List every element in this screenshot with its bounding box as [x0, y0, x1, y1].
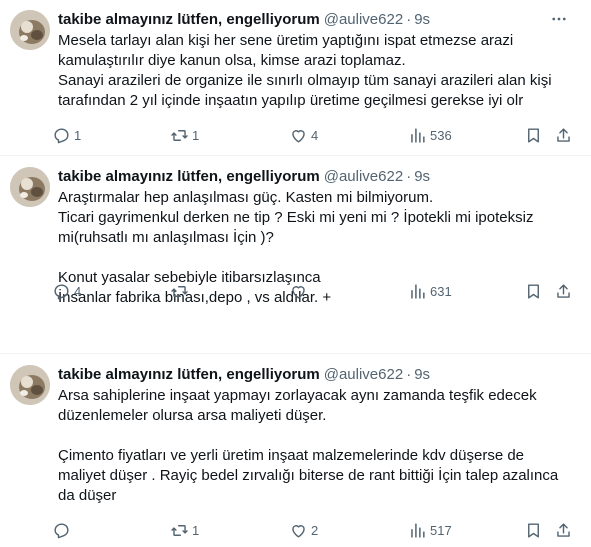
retweet-count: 1 — [192, 522, 200, 538]
author-handle[interactable]: @aulive622 — [324, 366, 403, 383]
views-icon — [411, 127, 425, 143]
like-button[interactable] — [289, 282, 325, 301]
like-icon — [292, 285, 305, 299]
share-icon — [557, 522, 570, 537]
author-name[interactable]: takibe almayınız lütfen, engelliyorum — [58, 168, 320, 185]
tweet-text-line: Sanayi arazileri de organize ile sınırlı… — [58, 72, 552, 89]
timestamp[interactable]: 9s — [414, 366, 430, 383]
author-name[interactable]: takibe almayınız lütfen, engelliyorum — [58, 11, 320, 28]
share-button[interactable] — [554, 282, 573, 301]
action-bar: 1 2 517 — [52, 518, 577, 542]
tweet-text-line: kamulaştırılır diye kanun olsa, kimse ar… — [58, 52, 406, 69]
more-icon[interactable] — [549, 9, 569, 29]
tweet[interactable]: takibe almayınız lütfen, engelliyorum @a… — [0, 156, 591, 354]
views-icon — [411, 283, 425, 299]
bookmark-button[interactable] — [524, 521, 543, 540]
views-icon — [411, 522, 425, 538]
share-icon — [557, 127, 570, 142]
reply-icon — [54, 522, 69, 538]
tweet-text-line: tarafından 2 yıl içinde inşaatın yapılıp… — [58, 92, 524, 109]
share-button[interactable] — [554, 126, 573, 145]
tweet[interactable]: takibe almayınız lütfen, engelliyorum @a… — [0, 354, 591, 547]
tweet-text-line — [58, 426, 581, 446]
reply-icon — [54, 127, 69, 143]
tweet-text-line — [58, 248, 581, 268]
like-count: 4 — [311, 127, 319, 143]
tweet-text-line: Mesela tarlayı alan kişi her sene üretim… — [58, 32, 514, 49]
like-icon — [292, 129, 305, 143]
tweet-text-line: mi(ruhsatlı mı anlaşılması İçin )? — [58, 229, 274, 246]
views-count: 536 — [430, 127, 452, 143]
avatar[interactable] — [10, 365, 50, 405]
avatar[interactable] — [10, 10, 50, 50]
bookmark-button[interactable] — [524, 126, 543, 145]
reply-icon — [54, 283, 69, 299]
like-count: 2 — [311, 522, 319, 538]
views-button[interactable]: 517 — [408, 521, 452, 540]
views-count: 517 — [430, 522, 452, 538]
separator-dot: · — [406, 365, 412, 383]
reply-button[interactable]: 1 — [52, 126, 88, 145]
tweet-text-line: maliyet düşer . Rayiç bedel zırvalığı bi… — [58, 467, 559, 484]
tweet-text: Arsa sahiplerine inşaat yapmayı zorlayac… — [58, 386, 581, 506]
share-icon — [557, 283, 570, 298]
tweet-text-line: Arsa sahiplerine inşaat yapmayı zorlayac… — [58, 387, 537, 404]
action-bar: 1 1 4 536 — [52, 123, 577, 147]
views-button[interactable]: 536 — [408, 126, 452, 145]
timestamp[interactable]: 9s — [414, 168, 430, 185]
like-button[interactable]: 2 — [289, 521, 325, 540]
author-handle[interactable]: @aulive622 — [324, 11, 403, 28]
retweet-icon — [171, 129, 188, 141]
action-bar: 4 631 — [52, 279, 577, 303]
bookmark-button[interactable] — [524, 282, 543, 301]
views-count: 631 — [430, 283, 452, 299]
bookmark-icon — [528, 522, 539, 538]
reply-count: 4 — [74, 283, 82, 299]
tweet-text-line: Araştırmalar hep anlaşılması güç. Kasten… — [58, 189, 434, 206]
reply-button[interactable] — [52, 521, 88, 540]
reply-count: 1 — [74, 127, 82, 143]
retweet-icon — [171, 524, 188, 536]
retweet-button[interactable]: 1 — [170, 521, 206, 540]
retweet-count: 1 — [192, 127, 200, 143]
tweet-text-line: da düşer — [58, 487, 117, 504]
retweet-button[interactable] — [170, 282, 206, 301]
like-button[interactable]: 4 — [289, 126, 325, 145]
bookmark-icon — [528, 127, 539, 143]
author-name[interactable]: takibe almayınız lütfen, engelliyorum — [58, 366, 320, 383]
reply-button[interactable]: 4 — [52, 282, 88, 301]
retweet-icon — [171, 285, 188, 297]
retweet-button[interactable]: 1 — [170, 126, 206, 145]
bookmark-icon — [528, 283, 539, 299]
tweet-text-line: düzenlemeler olursa arsa maliyeti düşer. — [58, 407, 327, 424]
tweet-text-line: Çimento fiyatları ve yerli üretim inşaat… — [58, 447, 525, 464]
tweet-text: Mesela tarlayı alan kişi her sene üretim… — [58, 31, 581, 111]
tweet[interactable]: takibe almayınız lütfen, engelliyorum @a… — [0, 0, 591, 156]
tweet-text-line: Ticari gayrimenkul derken ne tip ? Eski … — [58, 209, 534, 226]
author-handle[interactable]: @aulive622 — [324, 168, 403, 185]
separator-dot: · — [406, 167, 412, 185]
share-button[interactable] — [554, 521, 573, 540]
separator-dot: · — [406, 10, 412, 28]
like-icon — [292, 524, 305, 538]
views-button[interactable]: 631 — [408, 282, 452, 301]
avatar[interactable] — [10, 167, 50, 207]
timestamp[interactable]: 9s — [414, 11, 430, 28]
